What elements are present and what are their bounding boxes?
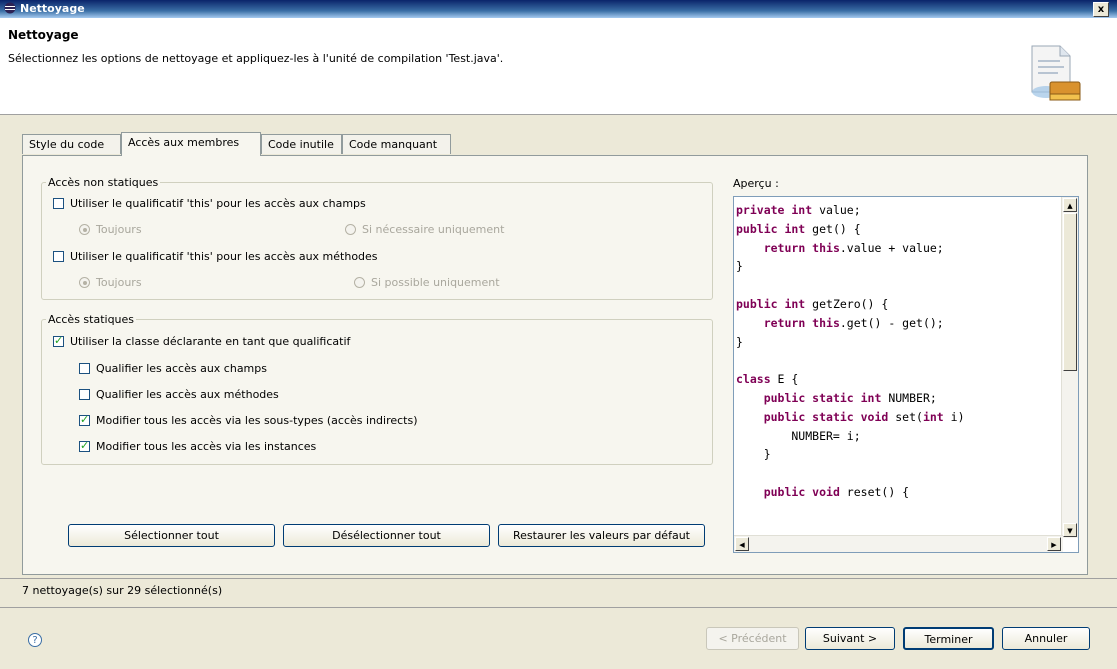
via-subtypes-label: Modifier tous les accès via les sous-typ… (96, 413, 418, 427)
methods-always-label: Toujours (96, 275, 142, 289)
code-line: return this.value + value; (763, 240, 944, 255)
separator (0, 578, 1117, 579)
declaring-class-option[interactable]: Utiliser la classe déclarante en tant qu… (53, 334, 350, 348)
preview-vertical-scrollbar[interactable]: ▲ ▼ (1061, 197, 1078, 538)
code-line: } (736, 447, 771, 462)
fields-always-option[interactable]: Toujours (79, 222, 142, 236)
qualify-fields-checkbox[interactable] (79, 362, 90, 374)
restore-defaults-button[interactable]: Restaurer les valeurs par défaut (498, 524, 705, 547)
code-line: public int get() { (736, 221, 861, 236)
selection-summary: 7 nettoyage(s) sur 29 sélectionné(s) (22, 584, 223, 597)
this-fields-label: Utiliser le qualificatif 'this' pour les… (70, 196, 366, 210)
preview-code: private int value; public int get() { ret… (736, 201, 965, 502)
cancel-button[interactable]: Annuler (1002, 627, 1090, 650)
code-line: private int value; (736, 203, 861, 217)
code-line: public static void set(int i) (763, 409, 965, 424)
page-description: Sélectionnez les options de nettoyage et… (8, 52, 504, 65)
methods-possible-radio[interactable] (354, 276, 365, 288)
fields-necessary-label: Si nécessaire uniquement (362, 222, 505, 236)
qualify-methods-label: Qualifier les accès aux méthodes (96, 387, 279, 401)
back-button[interactable]: < Précédent (706, 627, 799, 650)
this-methods-label: Utiliser le qualificatif 'this' pour les… (70, 249, 378, 263)
separator (0, 607, 1117, 608)
code-line: public void reset() { (763, 484, 910, 499)
fields-necessary-radio[interactable] (345, 223, 356, 235)
code-line: } (736, 334, 743, 349)
cleanup-wizard-icon (1024, 42, 1086, 106)
fields-always-label: Toujours (96, 222, 142, 236)
scroll-up-icon[interactable]: ▲ (1063, 198, 1077, 212)
methods-always-radio[interactable] (79, 276, 90, 288)
methods-always-option[interactable]: Toujours (79, 275, 142, 289)
deselect-all-button[interactable]: Désélectionner tout (283, 524, 490, 547)
via-subtypes-option[interactable]: Modifier tous les accès via les sous-typ… (79, 413, 418, 427)
via-instances-label: Modifier tous les accès via les instance… (96, 439, 317, 453)
code-line: class E { (736, 372, 799, 387)
code-line: public static int NUMBER; (763, 390, 937, 405)
this-fields-checkbox[interactable] (53, 197, 64, 209)
static-legend: Accès statiques (48, 313, 135, 326)
close-button[interactable]: x (1093, 2, 1109, 17)
next-button[interactable]: Suivant > (805, 627, 895, 650)
code-line: public int getZero() { (736, 296, 889, 311)
preview-label: Aperçu : (733, 177, 779, 190)
this-methods-checkbox[interactable] (53, 250, 64, 262)
methods-possible-option[interactable]: Si possible uniquement (354, 275, 500, 289)
via-instances-option[interactable]: Modifier tous les accès via les instance… (79, 439, 316, 453)
fields-always-radio[interactable] (79, 223, 90, 235)
scroll-thumb[interactable] (1063, 213, 1077, 371)
question-icon[interactable]: ? (28, 633, 42, 647)
scroll-left-icon[interactable]: ◀ (735, 537, 749, 551)
preview-pane[interactable]: private int value; public int get() { ret… (733, 196, 1079, 553)
via-instances-checkbox[interactable] (79, 439, 90, 452)
code-line: return this.get() - get(); (763, 315, 944, 330)
declaring-class-label: Utiliser la classe déclarante en tant qu… (70, 334, 351, 348)
scroll-down-icon[interactable]: ▼ (1063, 523, 1077, 537)
qualify-methods-checkbox[interactable] (79, 388, 90, 400)
tab-unnecessary-code[interactable]: Code inutile (261, 134, 342, 154)
window-title: Nettoyage (20, 2, 85, 15)
scroll-right-icon[interactable]: ▶ (1047, 537, 1061, 551)
select-all-button[interactable]: Sélectionner tout (68, 524, 275, 547)
code-line: } (736, 259, 743, 274)
qualify-methods-option[interactable]: Qualifier les accès aux méthodes (79, 387, 279, 401)
this-methods-option[interactable]: Utiliser le qualificatif 'this' pour les… (53, 249, 378, 263)
methods-possible-label: Si possible uniquement (371, 275, 500, 289)
fields-necessary-option[interactable]: Si nécessaire uniquement (345, 222, 504, 236)
tab-code-style[interactable]: Style du code (22, 134, 121, 154)
this-fields-option[interactable]: Utiliser le qualificatif 'this' pour les… (53, 196, 366, 210)
title-bar: Nettoyage x (0, 0, 1117, 18)
eclipse-icon (4, 2, 16, 14)
preview-horizontal-scrollbar[interactable]: ◀ ▶ (734, 535, 1063, 552)
declaring-class-checkbox[interactable] (53, 334, 64, 347)
via-subtypes-checkbox[interactable] (79, 413, 90, 426)
code-line: NUMBER= i; (736, 428, 861, 443)
non-static-legend: Accès non statiques (48, 176, 159, 189)
tab-member-access[interactable]: Accès aux membres (121, 132, 261, 156)
finish-button[interactable]: Terminer (903, 627, 994, 650)
page-title: Nettoyage (8, 28, 79, 42)
close-icon: x (1097, 4, 1105, 15)
qualify-fields-option[interactable]: Qualifier les accès aux champs (79, 361, 267, 375)
tab-missing-code[interactable]: Code manquant (342, 134, 451, 154)
wizard-header: Nettoyage Sélectionnez les options de ne… (0, 18, 1117, 115)
qualify-fields-label: Qualifier les accès aux champs (96, 361, 267, 375)
